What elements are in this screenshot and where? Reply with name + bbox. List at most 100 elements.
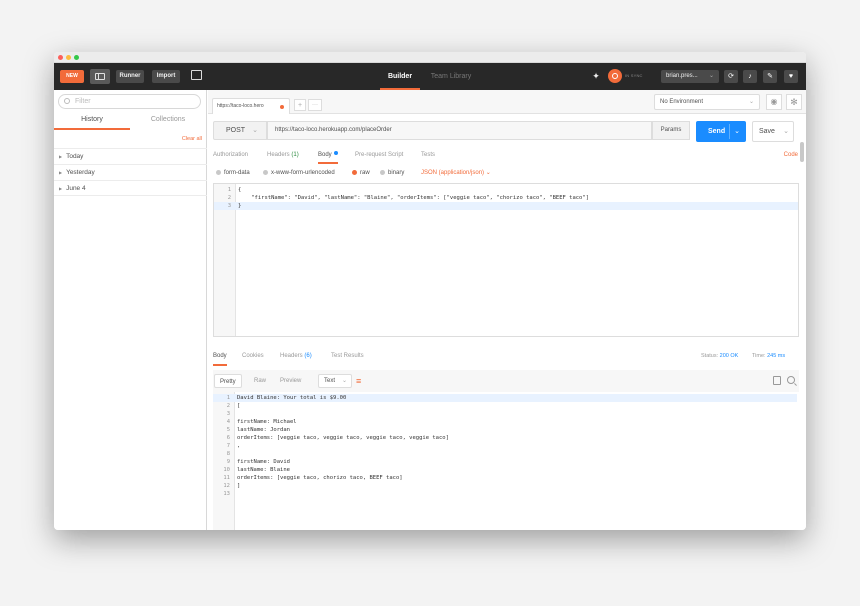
tab-body[interactable]: Body [318,148,338,164]
content-type-label: JSON (application/json) [421,170,485,176]
line-number: 6 [226,435,230,441]
gear-icon[interactable]: ✻ [786,94,802,110]
tab-headers-label: Headers [267,152,290,158]
method-label: POST [226,127,246,134]
history-group-today[interactable]: ▶ Today [54,148,207,164]
chevron-down-icon[interactable]: ⌄ [783,122,789,141]
toggle-sidebar-button[interactable] [90,69,110,84]
tab-team-library[interactable]: Team Library [426,63,476,90]
history-group-yesterday[interactable]: ▶ Yesterday [54,164,207,180]
clear-all-link[interactable]: Clear all [182,136,202,142]
runner-button[interactable]: Runner [116,70,144,83]
tab-test-results[interactable]: Test Results [331,348,364,364]
url-bar: POST ⌄ https://taco-loco.herokuapp.com/pl… [208,114,806,144]
method-select[interactable]: POST ⌄ [213,121,267,140]
search-icon[interactable] [787,376,795,384]
response-text: , [237,443,241,449]
satellite-icon[interactable]: ✦ [590,70,602,82]
save-button[interactable]: Save ⌄ [752,121,794,142]
radio-raw[interactable]: raw [352,166,370,180]
code-text: } [238,203,242,209]
maximize-window-button[interactable] [74,55,79,60]
tab-response-body[interactable]: Body [213,348,227,366]
new-button[interactable]: NEW [60,70,84,83]
heart-icon[interactable]: ♥ [784,70,798,83]
response-line: 10 lastName: Blaine [213,466,797,474]
status-value: 200 OK [719,353,739,359]
format-pretty-button[interactable]: Pretty [214,374,242,388]
response-line: 7, [213,442,797,450]
response-headers-count: (6) [304,353,312,359]
sync-status: IN SYNC [625,73,643,78]
more-tabs-button[interactable]: ··· [308,99,322,111]
title-bar [54,52,806,63]
save-label: Save [759,128,775,135]
response-text: ] [237,483,241,489]
chevron-down-icon: ⌄ [341,378,347,384]
request-body-editor[interactable]: 1 { 2 "firstName": "David", "lastName": … [213,183,799,337]
eye-icon[interactable]: ◉ [766,94,782,110]
line-number: 1 [227,187,231,193]
request-subtabs: Authorization Headers (1) Body Pre-reque… [208,148,806,164]
response-line: 2[ [213,402,797,410]
response-line: 6 orderItems: [veggie taco, veggie taco, … [213,434,797,442]
bell-icon[interactable]: ♪ [743,70,757,83]
response-line: 1 David Blaine: Your total is $9.00 [213,394,797,402]
code-text: "firstName": "David", "lastName": "Blain… [238,195,589,201]
line-number: 1 [226,395,230,401]
history-group-june-4[interactable]: ▶ June 4 [54,180,207,196]
code-link[interactable]: Code [784,148,798,162]
chevron-down-icon: ⌄ [748,99,754,105]
tab-response-headers[interactable]: Headers (6) [280,348,312,364]
tab-tests[interactable]: Tests [421,148,435,162]
radio-urlencoded[interactable]: x-www-form-urlencoded [263,166,335,180]
new-window-icon[interactable] [191,70,202,80]
content-type-select[interactable]: JSON (application/json) ⌄ [421,166,491,180]
send-button[interactable]: Send ⌄ [696,121,746,142]
response-status: Status: 200 OK [701,348,738,364]
tab-authorization[interactable]: Authorization [213,148,248,162]
wrench-icon[interactable]: ✎ [763,70,777,83]
send-label: Send [708,128,726,135]
tab-cookies[interactable]: Cookies [242,348,264,364]
close-window-button[interactable] [58,55,63,60]
import-button[interactable]: Import [152,70,180,83]
response-type-label: Text [324,378,336,384]
user-menu[interactable]: brian.pres... ⌄ [661,70,719,83]
format-preview-button[interactable]: Preview [275,374,306,388]
response-text: orderItems: [veggie taco, veggie taco, v… [237,435,449,441]
sync-settings-icon[interactable]: ⟳ [724,70,738,83]
chevron-down-icon[interactable]: ⌄ [734,121,740,142]
app-window: NEW Runner Import Builder Team Library ✦… [54,52,806,530]
response-body-viewer[interactable]: 1 David Blaine: Your total is $9.00 2[3 4 fi… [213,392,799,530]
sync-icon[interactable] [608,69,622,83]
url-input[interactable]: https://taco-loco.herokuapp.com/placeOrd… [267,121,652,140]
format-raw-button[interactable]: Raw [249,374,271,388]
minimize-window-button[interactable] [66,55,71,60]
environment-select[interactable]: No Environment ⌄ [654,94,760,110]
add-tab-button[interactable]: + [294,99,306,111]
line-number: 2 [226,403,230,409]
line-number: 3 [227,203,231,209]
filter-input[interactable]: Filter [58,94,201,109]
wrap-lines-icon[interactable]: ≡ [356,376,368,386]
request-tab[interactable]: https://taco-loco.hero [212,98,290,114]
sidebar: Filter History Collections Clear all ▶ To… [54,90,207,530]
params-button[interactable]: Params [652,121,690,140]
code-line-active: 3 } [214,202,798,210]
tab-history[interactable]: History [54,112,130,130]
tab-body-label: Body [318,152,332,158]
filter-placeholder: Filter [75,98,91,105]
tab-builder[interactable]: Builder [380,63,420,90]
response-line: 4 firstName: Michael [213,418,797,426]
tab-pre-request-script[interactable]: Pre-request Script [355,148,403,162]
response-type-select[interactable]: Text ⌄ [318,374,352,388]
copy-icon[interactable] [773,376,781,385]
tab-headers[interactable]: Headers (1) [267,148,299,162]
response-time: Time: 245 ms [752,348,785,364]
tab-collections[interactable]: Collections [130,112,206,130]
tab-response-headers-label: Headers [280,353,303,359]
radio-form-data[interactable]: form-data [216,166,250,180]
radio-binary[interactable]: binary [380,166,404,180]
chevron-down-icon: ⌄ [708,73,714,79]
